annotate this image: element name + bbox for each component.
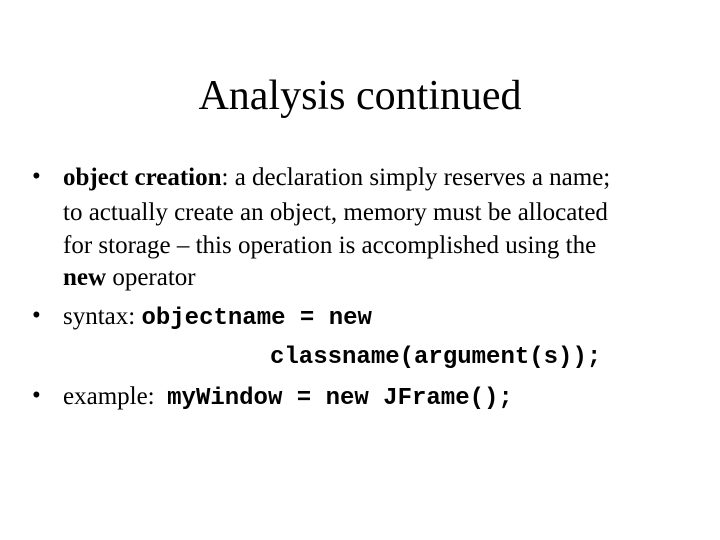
bullet-object-creation-line-1: object creation: a declaration simply re…: [63, 163, 610, 193]
bullet-syntax-line-1: syntax: objectname = new: [63, 302, 372, 334]
slide-title: Analysis continued: [198, 73, 522, 119]
syntax-code-2: classname(argument(s));: [270, 344, 602, 371]
bullet-example-line: example: myWindow = new JFrame();: [63, 382, 513, 414]
bullet-icon: •: [32, 302, 41, 329]
text: operator: [106, 264, 196, 291]
syntax-label: syntax:: [63, 303, 142, 330]
keyword-new: new: [63, 264, 107, 291]
bullet-object-creation-line-3: for storage – this operation is accompli…: [63, 232, 597, 259]
bullet-object-creation-line-4: new operator: [63, 263, 196, 293]
example-label: example:: [63, 383, 168, 410]
term-object-creation: object creation: [63, 164, 222, 191]
syntax-code-1: objectname = new: [141, 305, 372, 332]
bullet-icon: •: [32, 382, 41, 409]
example-code: myWindow = new JFrame();: [167, 385, 513, 412]
text: : a declaration simply reserves a name;: [221, 164, 611, 191]
bullet-object-creation-line-2: to actually create an object, memory mus…: [63, 199, 608, 226]
bullet-icon: •: [32, 163, 41, 190]
